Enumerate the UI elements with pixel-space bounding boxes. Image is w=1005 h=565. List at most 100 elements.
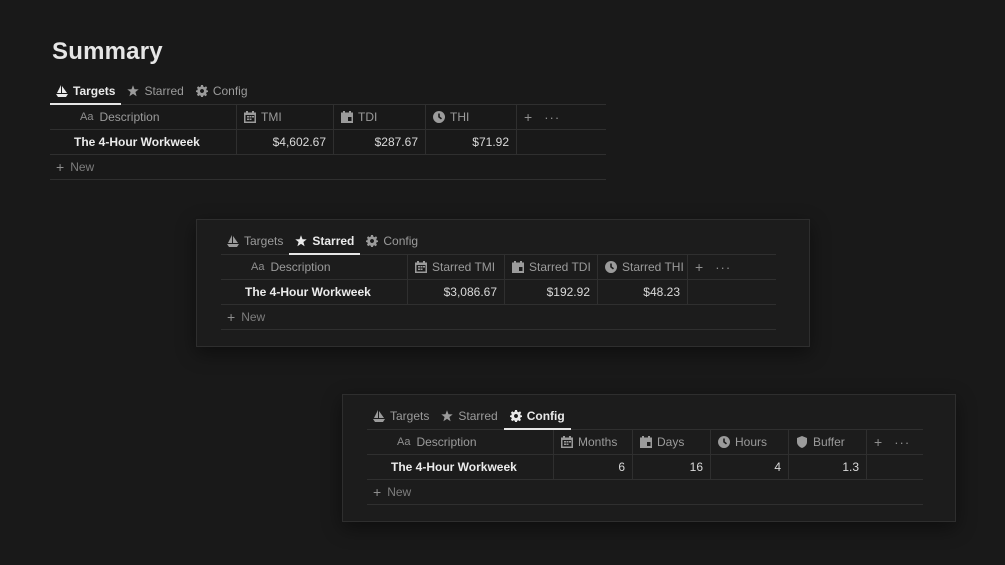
column-label: Starred TMI [432, 260, 496, 274]
column-header-months[interactable]: Months [554, 430, 633, 454]
add-property-button[interactable]: + [695, 259, 703, 275]
new-row-button[interactable]: + New [50, 155, 606, 179]
calendar-day-icon [640, 436, 652, 448]
view-tabs: Targets Starred Config [221, 228, 776, 255]
column-header-days[interactable]: Days [633, 430, 711, 454]
column-header-description[interactable]: Aa Description [367, 430, 554, 454]
header-row: Aa Description TMI TDI THI + ··· [50, 105, 606, 130]
cell-description[interactable]: The 4-Hour Workweek [221, 280, 408, 304]
cell-starred-tmi[interactable]: $3,086.67 [408, 280, 505, 304]
new-label: New [387, 485, 412, 499]
gear-icon [195, 85, 208, 97]
column-label: Description [270, 260, 331, 274]
text-type-icon: Aa [397, 436, 411, 448]
gear-icon [509, 410, 522, 422]
cell-days[interactable]: 16 [633, 455, 711, 479]
text-type-icon: Aa [80, 111, 94, 123]
add-property-button[interactable]: + [874, 434, 882, 450]
more-options-button[interactable]: ··· [894, 435, 910, 450]
cell-starred-thi[interactable]: $48.23 [598, 280, 688, 304]
column-header-hours[interactable]: Hours [711, 430, 789, 454]
targets-view: Targets Starred Config Aa Description TM… [50, 78, 606, 180]
star-icon [441, 410, 454, 422]
cell-description[interactable]: The 4-Hour Workweek [367, 455, 554, 479]
tab-config[interactable]: Config [190, 78, 254, 104]
new-row[interactable]: + New [367, 480, 923, 505]
view-tabs: Targets Starred Config [50, 78, 606, 105]
more-options-button[interactable]: ··· [544, 110, 560, 125]
calendar-icon [244, 111, 256, 123]
column-label: Description [416, 435, 477, 449]
calendar-icon [415, 261, 427, 273]
header-actions: + ··· [867, 430, 923, 454]
cell-thi[interactable]: $71.92 [426, 130, 517, 154]
tab-label: Targets [244, 234, 284, 248]
new-row-button[interactable]: + New [221, 305, 776, 329]
tab-label: Config [212, 84, 248, 98]
tab-config[interactable]: Config [360, 228, 424, 254]
tab-targets[interactable]: Targets [221, 228, 289, 254]
text-type-icon: Aa [251, 261, 265, 273]
tab-label: Starred [144, 84, 184, 98]
column-header-starred-thi[interactable]: Starred THI [598, 255, 688, 279]
column-header-starred-tdi[interactable]: Starred TDI [505, 255, 598, 279]
plus-icon: + [373, 484, 382, 500]
cell-tmi[interactable]: $4,602.67 [237, 130, 334, 154]
tab-label: Starred [458, 409, 498, 423]
tab-label: Targets [390, 409, 430, 423]
column-label: THI [450, 110, 470, 124]
cell-buffer[interactable]: 1.3 [789, 455, 867, 479]
table-row[interactable]: The 4-Hour Workweek 6 16 4 1.3 [367, 455, 923, 480]
column-header-starred-tmi[interactable]: Starred TMI [408, 255, 505, 279]
cell-empty [867, 455, 923, 479]
config-view: Targets Starred Config Aa Description Mo… [367, 403, 923, 505]
column-header-tmi[interactable]: TMI [237, 105, 334, 129]
column-label: TMI [261, 110, 282, 124]
cell-description[interactable]: The 4-Hour Workweek [50, 130, 237, 154]
new-row-button[interactable]: + New [367, 480, 923, 504]
column-label: Months [578, 435, 618, 449]
shield-icon [797, 436, 807, 448]
cell-hours[interactable]: 4 [711, 455, 789, 479]
sailboat-icon [227, 235, 239, 247]
table-row[interactable]: The 4-Hour Workweek $4,602.67 $287.67 $7… [50, 130, 606, 155]
cell-months[interactable]: 6 [554, 455, 633, 479]
page-title: Summary [52, 38, 163, 65]
tab-label: Targets [73, 84, 116, 98]
header-actions: + ··· [688, 255, 776, 279]
new-row[interactable]: + New [221, 305, 776, 330]
cell-starred-tdi[interactable]: $192.92 [505, 280, 598, 304]
more-options-button[interactable]: ··· [715, 260, 731, 275]
column-header-tdi[interactable]: TDI [334, 105, 426, 129]
tab-label: Config [383, 234, 419, 248]
tab-label: Config [526, 409, 565, 423]
tab-starred[interactable]: Starred [121, 78, 189, 104]
column-label: Starred TDI [529, 260, 591, 274]
tab-targets[interactable]: Targets [50, 78, 122, 105]
header-row: Aa Description Starred TMI Starred TDI S… [221, 255, 776, 280]
column-header-buffer[interactable]: Buffer [789, 430, 867, 454]
starred-panel: Targets Starred Config Aa Description St… [196, 219, 810, 347]
table-row[interactable]: The 4-Hour Workweek $3,086.67 $192.92 $4… [221, 280, 776, 305]
column-header-description[interactable]: Aa Description [50, 105, 237, 129]
header-row: Aa Description Months Days Hours Buffer … [367, 430, 923, 455]
cell-tdi[interactable]: $287.67 [334, 130, 426, 154]
star-icon [127, 85, 140, 97]
tab-starred[interactable]: Starred [435, 403, 503, 429]
tab-config[interactable]: Config [503, 403, 571, 430]
targets-table: Aa Description TMI TDI THI + ··· The 4-H… [50, 104, 606, 180]
plus-icon: + [56, 159, 65, 175]
tab-label: Starred [312, 234, 355, 248]
new-label: New [70, 160, 95, 174]
cell-empty [688, 280, 776, 304]
column-label: Hours [735, 435, 768, 449]
header-actions: + ··· [517, 105, 606, 129]
column-header-description[interactable]: Aa Description [221, 255, 408, 279]
new-label: New [241, 310, 266, 324]
column-header-thi[interactable]: THI [426, 105, 517, 129]
tab-targets[interactable]: Targets [367, 403, 435, 429]
new-row[interactable]: + New [50, 155, 606, 180]
tab-starred[interactable]: Starred [289, 228, 361, 255]
starred-view: Targets Starred Config Aa Description St… [221, 228, 776, 330]
add-property-button[interactable]: + [524, 109, 532, 125]
